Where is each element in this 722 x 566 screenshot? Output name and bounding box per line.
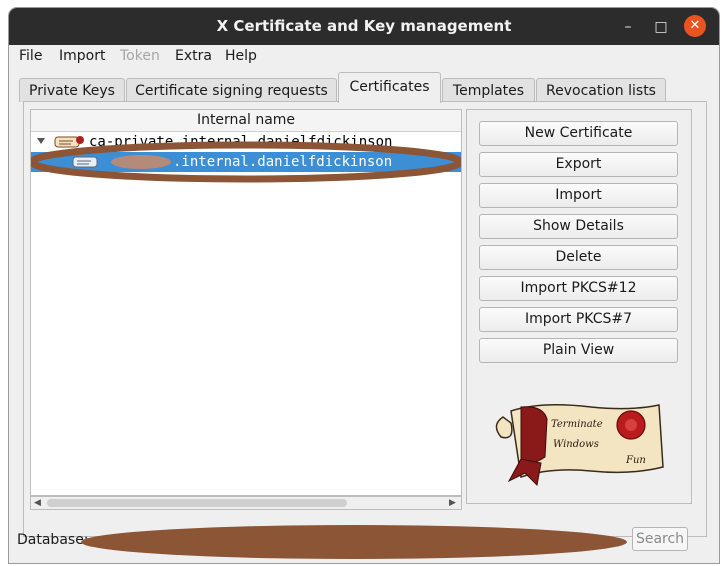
import-pkcs7-button[interactable]: Import PKCS#7 (479, 307, 678, 332)
tree-row-ca[interactable]: ca-private.internal.danielfdickinson (31, 132, 461, 152)
tab-certificate-signing-requests[interactable]: Certificate signing requests (126, 78, 337, 102)
show-details-button[interactable]: Show Details (479, 214, 678, 239)
logo-text-line2: Windows (553, 439, 599, 450)
scroll-right-icon[interactable]: ▶ (449, 497, 456, 509)
menu-help[interactable]: Help (225, 48, 257, 64)
status-bar: Database: Search (9, 523, 719, 559)
delete-button[interactable]: Delete (479, 245, 678, 270)
scroll-left-icon[interactable]: ◀ (34, 497, 41, 509)
window-title: X Certificate and Key management (216, 17, 512, 35)
tree-row-selected-label: .internal.danielfdickinson (173, 154, 393, 170)
menu-import[interactable]: Import (59, 48, 105, 64)
certificates-panel: Internal name ca-private.internal.daniel… (23, 101, 707, 537)
tab-certificates[interactable]: Certificates (338, 72, 441, 103)
column-header-internal-name[interactable]: Internal name (31, 110, 461, 132)
horizontal-scrollbar[interactable]: ◀ ▶ (30, 496, 462, 510)
search-button[interactable]: Search (632, 527, 688, 551)
title-bar[interactable]: X Certificate and Key management – □ ✕ (9, 8, 719, 45)
tab-revocation-lists[interactable]: Revocation lists (536, 78, 666, 102)
redaction-mark-database-path (81, 525, 627, 559)
certificate-tree[interactable]: Internal name ca-private.internal.daniel… (30, 109, 462, 496)
export-button[interactable]: Export (479, 152, 678, 177)
tree-row-selected[interactable]: .internal.danielfdickinson (31, 152, 461, 172)
logo-text-line1: Terminate (551, 419, 603, 430)
menu-token: Token (120, 48, 160, 64)
logo-text-line3: Fun (625, 455, 646, 466)
scrollbar-thumb[interactable] (47, 499, 347, 507)
certificate-icon (72, 156, 98, 168)
database-label: Database: (17, 532, 89, 548)
menu-extra[interactable]: Extra (175, 48, 212, 64)
action-buttons-panel: New Certificate Export Import Show Detai… (466, 109, 692, 504)
redaction-mark-name (111, 155, 171, 169)
menu-bar: File Import Token Extra Help (9, 45, 719, 69)
expand-arrow-icon[interactable] (37, 138, 45, 144)
tree-row-ca-label: ca-private.internal.danielfdickinson (89, 134, 393, 150)
menu-file[interactable]: File (19, 48, 42, 64)
main-window: X Certificate and Key management – □ ✕ F… (9, 8, 719, 563)
minimize-button[interactable]: – (619, 18, 637, 36)
tab-templates[interactable]: Templates (442, 78, 535, 102)
maximize-button[interactable]: □ (652, 18, 670, 36)
tab-bar: Private Keys Certificate signing request… (9, 72, 719, 103)
import-button[interactable]: Import (479, 183, 678, 208)
tab-private-keys[interactable]: Private Keys (19, 78, 125, 102)
plain-view-button[interactable]: Plain View (479, 338, 678, 363)
certificate-icon (54, 136, 84, 148)
xca-logo-scroll: Terminate Windows Fun (495, 404, 664, 487)
import-pkcs12-button[interactable]: Import PKCS#12 (479, 276, 678, 301)
close-button[interactable]: ✕ (684, 15, 706, 37)
new-certificate-button[interactable]: New Certificate (479, 121, 678, 146)
